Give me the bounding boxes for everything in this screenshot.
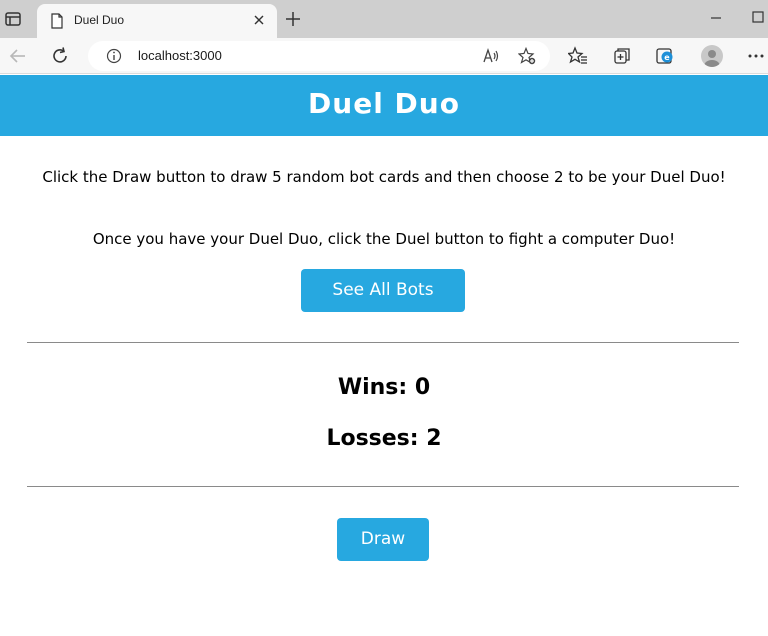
- url-text[interactable]: localhost:3000: [138, 48, 222, 63]
- tab-duel-duo[interactable]: Duel Duo: [37, 4, 277, 38]
- page-viewport: Duel Duo Click the Draw button to draw 5…: [0, 75, 768, 636]
- refresh-icon[interactable]: [50, 46, 70, 66]
- tab-strip: Duel Duo: [0, 0, 768, 38]
- address-bar[interactable]: localhost:3000: [88, 41, 550, 71]
- duel-instructions: Once you have your Duel Duo, click the D…: [92, 230, 676, 248]
- svg-text:e: e: [664, 53, 670, 62]
- person-icon: [704, 50, 720, 67]
- draw-button[interactable]: Draw: [337, 518, 429, 561]
- add-favorite-icon[interactable]: [518, 47, 536, 65]
- maximize-icon[interactable]: [750, 9, 766, 25]
- collections-icon[interactable]: [612, 46, 632, 66]
- divider: [27, 486, 739, 487]
- browser-toolbar: localhost:3000 e: [0, 38, 768, 74]
- profile-avatar[interactable]: [701, 45, 723, 67]
- site-header: Duel Duo: [0, 75, 768, 136]
- close-tab-icon[interactable]: [252, 13, 266, 27]
- minimize-icon[interactable]: [708, 10, 724, 26]
- new-tab-icon[interactable]: [284, 10, 302, 28]
- edge-extension-icon[interactable]: e: [655, 46, 675, 66]
- more-options-icon[interactable]: [746, 46, 766, 66]
- losses-count: Losses: 2: [326, 426, 442, 451]
- page-icon: [51, 13, 63, 29]
- wins-count: Wins: 0: [337, 375, 431, 400]
- see-all-bots-button[interactable]: See All Bots: [301, 269, 465, 312]
- site-info-icon[interactable]: [106, 48, 122, 64]
- read-aloud-icon[interactable]: [482, 47, 500, 65]
- favorites-icon[interactable]: [568, 46, 588, 66]
- page-title: Duel Duo: [308, 87, 460, 120]
- draw-instructions: Click the Draw button to draw 5 random b…: [42, 168, 726, 186]
- divider: [27, 342, 739, 343]
- tab-actions-icon[interactable]: [4, 10, 22, 28]
- back-icon[interactable]: [8, 46, 28, 66]
- tab-title: Duel Duo: [74, 13, 125, 27]
